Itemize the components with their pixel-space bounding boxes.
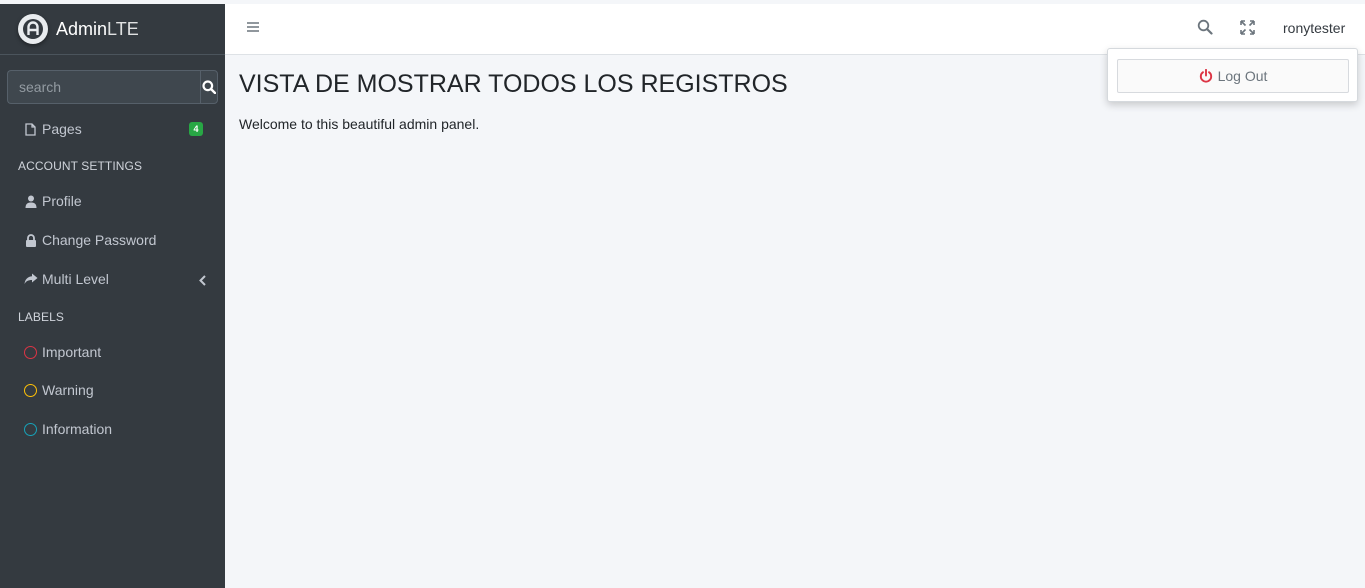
fullscreen-icon[interactable] bbox=[1240, 20, 1255, 40]
sidebar-item-label: Change Password bbox=[42, 232, 157, 248]
circle-danger-icon bbox=[24, 345, 37, 359]
lock-icon bbox=[23, 233, 38, 247]
chevron-left-icon bbox=[199, 273, 206, 289]
brand-link[interactable]: AdminLTE bbox=[0, 4, 225, 55]
sidebar-item-pages[interactable]: Pages 4 bbox=[8, 111, 218, 147]
search-icon bbox=[202, 80, 216, 94]
labels-header: LABELS bbox=[18, 310, 64, 324]
logout-button[interactable]: Log Out bbox=[1117, 59, 1349, 93]
sidebar-item-label: Information bbox=[42, 421, 113, 437]
sidebar-item-profile[interactable]: Profile bbox=[8, 183, 218, 219]
sidebar-item-multi-level[interactable]: Multi Level bbox=[8, 261, 218, 297]
sidebar-item-label: Profile bbox=[42, 193, 82, 209]
navbar-search-icon[interactable] bbox=[1197, 19, 1213, 40]
circle-info-icon bbox=[24, 422, 37, 436]
power-icon bbox=[1199, 69, 1212, 83]
sidebar-search-input[interactable] bbox=[7, 70, 200, 104]
user-menu-toggle[interactable]: ronytester bbox=[1283, 20, 1345, 36]
sidebar-search-button[interactable] bbox=[200, 70, 218, 104]
sidebar-item-label: Multi Level bbox=[42, 271, 109, 287]
circle-warning-icon bbox=[24, 383, 37, 397]
page-title: VISTA DE MOSTRAR TODOS LOS REGISTROS bbox=[239, 70, 788, 98]
pages-count-badge: 4 bbox=[189, 122, 203, 136]
sidebar-item-important[interactable]: Important bbox=[8, 334, 218, 370]
sidebar-item-label: Warning bbox=[42, 382, 94, 398]
account-settings-header: ACCOUNT SETTINGS bbox=[18, 159, 143, 173]
menu-toggle-icon[interactable] bbox=[246, 20, 260, 39]
file-icon bbox=[23, 122, 38, 136]
user-dropdown-menu: Log Out bbox=[1107, 48, 1358, 102]
sidebar-item-label: Pages bbox=[42, 121, 82, 137]
sidebar-item-warning[interactable]: Warning bbox=[8, 372, 218, 408]
brand-text: AdminLTE bbox=[56, 18, 139, 39]
sidebar-item-label: Important bbox=[42, 344, 102, 360]
user-icon bbox=[23, 195, 38, 208]
sidebar-search bbox=[7, 70, 218, 104]
logout-label: Log Out bbox=[1217, 68, 1268, 84]
welcome-text: Welcome to this beautiful admin panel. bbox=[239, 116, 480, 132]
sidebar-item-information[interactable]: Information bbox=[8, 411, 218, 447]
sidebar-item-change-password[interactable]: Change Password bbox=[8, 222, 218, 258]
share-arrow-icon bbox=[23, 273, 38, 285]
adminlte-logo-icon bbox=[18, 14, 48, 44]
